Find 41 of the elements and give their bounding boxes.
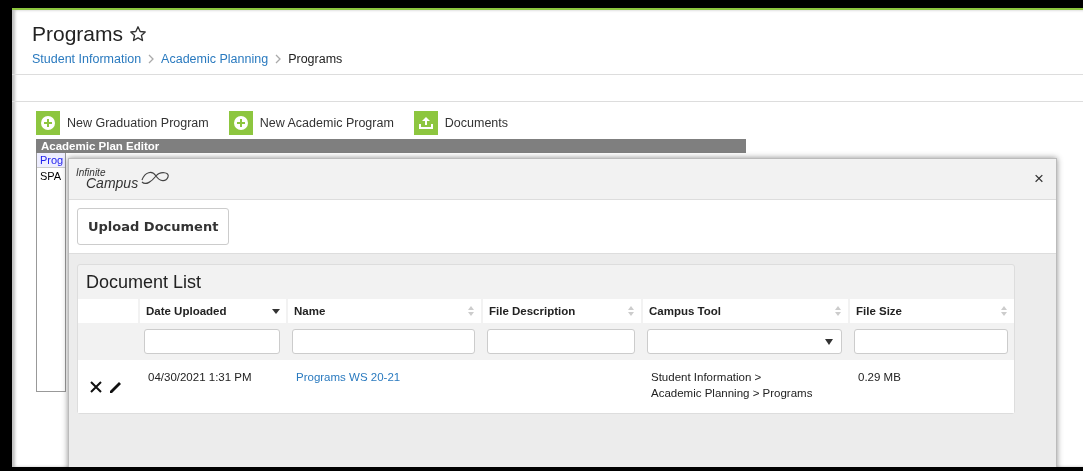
table-cell: 04/30/2021 1:31 PM	[148, 371, 252, 383]
filter-dropdown[interactable]	[647, 329, 842, 354]
page-title: Programs	[32, 22, 124, 46]
document-link[interactable]: Programs WS 20-21	[296, 371, 401, 383]
chevron-icon	[147, 54, 156, 64]
breadcrumb-link[interactable]: Student Information	[32, 52, 142, 66]
chevron-icon	[274, 54, 283, 64]
table-cell: 0.29 MB	[858, 371, 901, 383]
breadcrumb-current: Programs	[288, 52, 343, 66]
delete-icon[interactable]	[88, 378, 104, 395]
column-header[interactable]: Date Uploaded	[138, 299, 286, 325]
sort-icon[interactable]	[627, 305, 635, 317]
sort-icon[interactable]	[467, 305, 475, 317]
filter-field[interactable]	[144, 329, 280, 354]
filter-field[interactable]	[854, 329, 1008, 354]
toolbar-button[interactable]: New Graduation Program	[36, 111, 209, 135]
upload-icon	[413, 111, 438, 135]
logo-text: Campus	[86, 176, 139, 190]
upload-document-button[interactable]: Upload Document	[77, 208, 230, 245]
breadcrumb-link[interactable]: Academic Planning	[161, 52, 269, 66]
card-title: Document List	[85, 271, 203, 294]
filter-field[interactable]	[487, 329, 635, 354]
logo-text: Infinite	[76, 168, 107, 178]
add-icon	[36, 111, 60, 135]
column-header[interactable]: Campus Tool	[641, 299, 848, 325]
star-icon[interactable]	[129, 25, 148, 43]
toolbar-button[interactable]: Documents	[413, 111, 509, 135]
column-header[interactable]: Name	[286, 299, 481, 325]
filter-field[interactable]	[292, 329, 475, 354]
column-header[interactable]: File Size	[848, 299, 1014, 325]
add-icon	[228, 111, 253, 135]
column-header[interactable]: Prog	[37, 153, 65, 168]
list-item[interactable]: SPA	[37, 168, 65, 184]
table-cell: Student Information > Academic Planning > Programs	[651, 371, 813, 399]
column-header[interactable]: File Description	[481, 299, 641, 325]
toolbar-button[interactable]: New Academic Program	[228, 111, 394, 135]
caret-icon	[825, 338, 833, 345]
sort-icon[interactable]	[834, 305, 842, 317]
editor-header: Academic Plan Editor	[36, 139, 746, 153]
close-button[interactable]: ×	[1034, 169, 1044, 189]
sort-icon[interactable]	[1000, 305, 1008, 317]
